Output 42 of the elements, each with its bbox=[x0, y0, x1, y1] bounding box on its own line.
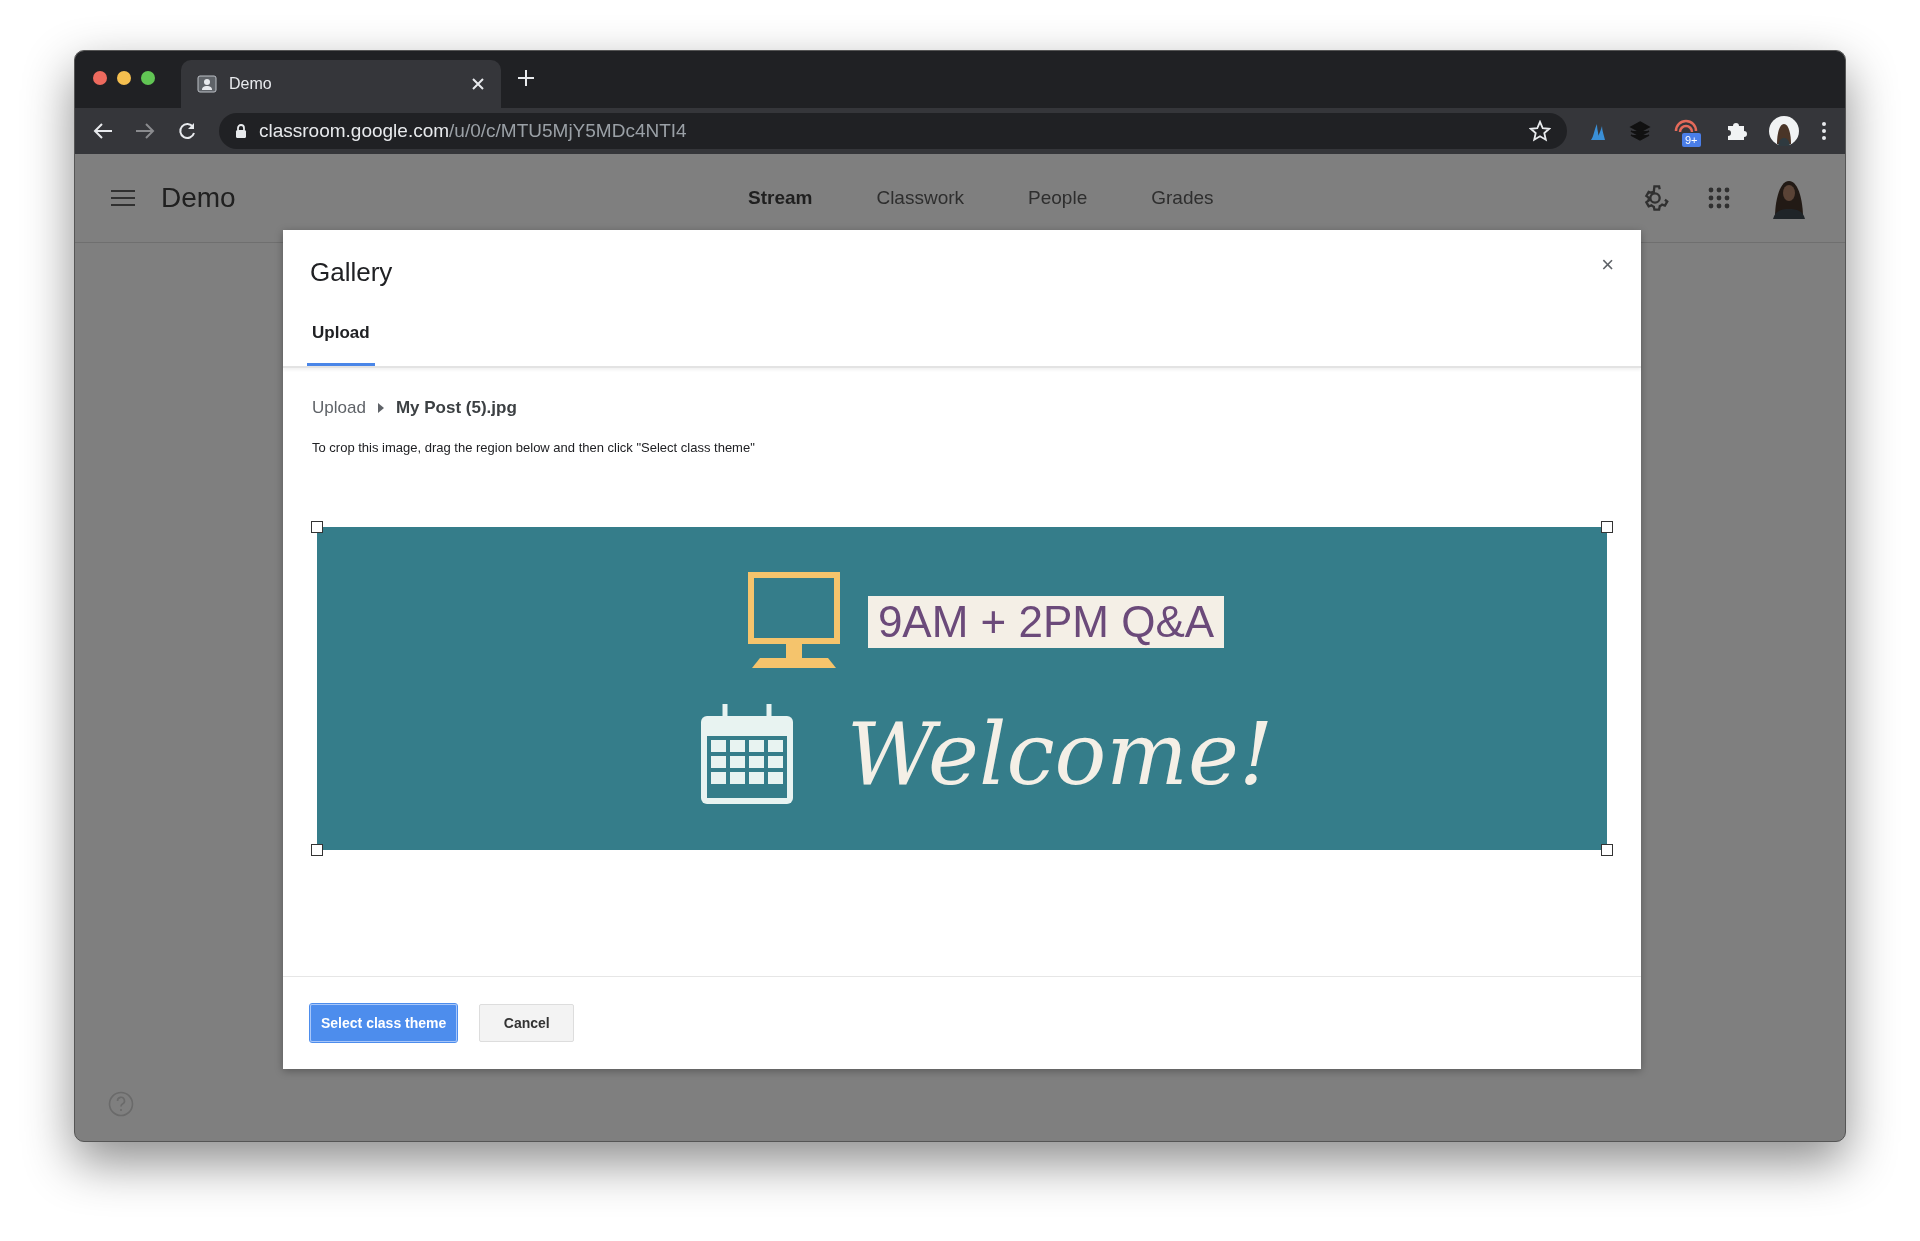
apps-grid-icon[interactable] bbox=[1707, 186, 1731, 210]
select-theme-button[interactable]: Select class theme bbox=[310, 1004, 458, 1042]
profile-avatar[interactable] bbox=[1769, 116, 1799, 146]
crop-handle[interactable] bbox=[1601, 521, 1613, 533]
breadcrumb-link[interactable]: Upload bbox=[312, 395, 366, 421]
nav-tab[interactable]: Classwork bbox=[844, 175, 997, 221]
notification-badge: 9+ bbox=[1682, 133, 1701, 147]
new-tab-icon[interactable] bbox=[517, 68, 535, 87]
star-icon[interactable] bbox=[1529, 120, 1551, 142]
reload-icon[interactable] bbox=[177, 121, 197, 141]
address-bar[interactable]: classroom.google.com/u/0/c/MTU5MjY5MDc4NTI4 bbox=[219, 113, 1567, 149]
nav-tab[interactable]: Stream bbox=[716, 175, 845, 221]
calendar-icon bbox=[698, 701, 795, 806]
crop-handle[interactable] bbox=[311, 844, 323, 856]
back-arrow-icon[interactable] bbox=[93, 122, 113, 140]
instruction-text: To crop this image, drag the region below and then click "Select class theme" bbox=[312, 438, 756, 457]
maximize-window-icon[interactable] bbox=[141, 70, 155, 85]
more-icon[interactable] bbox=[1821, 121, 1827, 141]
dialog-title: Gallery bbox=[310, 256, 393, 289]
dialog-tab[interactable]: Upload bbox=[307, 319, 375, 366]
crop-handle[interactable] bbox=[311, 521, 323, 533]
close-icon[interactable] bbox=[471, 77, 485, 91]
image-greeting: Welcome! bbox=[846, 703, 1274, 804]
minimize-window-icon[interactable] bbox=[117, 70, 131, 85]
breadcrumb-current: My Post (5).jpg bbox=[395, 397, 517, 419]
caret-icon bbox=[377, 402, 384, 413]
nav-tab[interactable]: People bbox=[996, 175, 1120, 221]
classroom-icon bbox=[197, 75, 217, 93]
image-headline: 9AM + 2PM Q&A bbox=[867, 595, 1225, 648]
puzzle-icon[interactable] bbox=[1725, 120, 1747, 142]
close-window-icon[interactable] bbox=[93, 70, 107, 85]
crop-handle[interactable] bbox=[1601, 844, 1613, 856]
lock-icon bbox=[235, 123, 247, 139]
browser-tab[interactable]: Demo bbox=[181, 60, 501, 108]
cancel-button[interactable]: Cancel bbox=[479, 1004, 575, 1042]
nav-tab[interactable]: Grades bbox=[1119, 175, 1246, 221]
tab-title: Demo bbox=[229, 74, 273, 94]
class-title: Demo bbox=[161, 181, 237, 215]
menu-icon[interactable] bbox=[111, 189, 135, 207]
url-text: classroom.google.com/u/0/c/MTU5MjY5MDc4NTI4 bbox=[259, 118, 688, 143]
close-button[interactable]: × bbox=[1601, 254, 1614, 276]
forward-arrow-icon[interactable] bbox=[135, 122, 155, 140]
